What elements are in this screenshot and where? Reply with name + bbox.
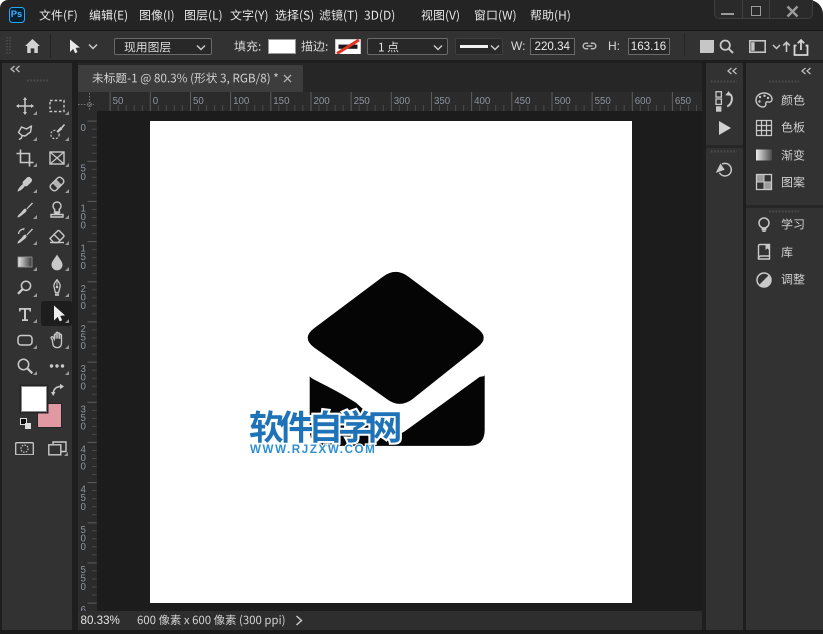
svg-text:250: 250	[353, 96, 370, 107]
svg-text:0: 0	[80, 301, 86, 312]
svg-text:0: 0	[80, 221, 86, 232]
svg-text:0: 0	[80, 172, 86, 183]
svg-text:0: 0	[80, 341, 86, 352]
svg-text:150: 150	[273, 96, 290, 107]
svg-text:400: 400	[474, 96, 491, 107]
svg-text:650: 650	[674, 96, 691, 107]
svg-text:0: 0	[80, 381, 86, 392]
svg-text:200: 200	[313, 96, 330, 107]
svg-text:600: 600	[634, 96, 651, 107]
svg-text:500: 500	[554, 96, 571, 107]
svg-text:0: 0	[80, 422, 86, 433]
svg-text:0: 0	[80, 542, 86, 553]
svg-text:WWW.RJZXW.COM: WWW.RJZXW.COM	[250, 443, 376, 456]
svg-text:100: 100	[233, 96, 250, 107]
svg-text:450: 450	[514, 96, 531, 107]
svg-text:550: 550	[594, 96, 611, 107]
svg-text:0: 0	[80, 123, 86, 134]
svg-text:0: 0	[80, 261, 86, 272]
svg-text:0: 0	[80, 462, 86, 473]
svg-text:0: 0	[80, 582, 86, 593]
svg-text:0: 0	[80, 502, 86, 513]
svg-text:350: 350	[434, 96, 451, 107]
svg-text:300: 300	[393, 96, 410, 107]
